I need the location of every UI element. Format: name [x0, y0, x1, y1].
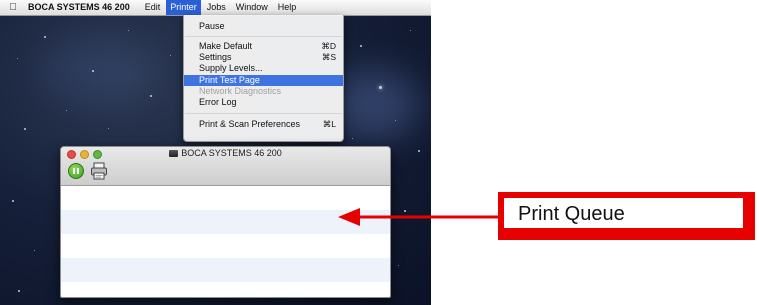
apple-icon[interactable]: 	[6, 0, 20, 15]
window-title: BOCA SYSTEMS 46 200	[61, 148, 390, 158]
star	[18, 290, 20, 292]
star	[24, 128, 26, 130]
star	[170, 55, 171, 56]
star	[44, 36, 46, 38]
menu-help[interactable]: Help	[274, 0, 301, 15]
menu-item-error-log[interactable]: Error Log	[184, 97, 343, 108]
queue-row	[61, 234, 390, 258]
star	[398, 265, 399, 266]
star	[352, 138, 353, 139]
star	[379, 86, 382, 89]
menu-item-label: Network Diagnostics	[199, 86, 282, 96]
annotation-callout-box: Print Queue	[498, 192, 755, 240]
menu-item-network-diagnostics: Network Diagnostics	[184, 86, 343, 97]
shortcut-label: ⌘S	[321, 52, 336, 62]
star	[150, 95, 152, 97]
menu-item-label: Error Log	[199, 97, 237, 107]
menu-window[interactable]: Window	[232, 0, 272, 15]
menu-item-print-scan-preferences[interactable]: Print & Scan Preferences ⌘L	[184, 119, 343, 130]
annotation-arrow	[338, 208, 498, 226]
annotation-label: Print Queue	[518, 203, 625, 225]
shortcut-label: ⌘L	[322, 119, 336, 129]
star	[66, 110, 67, 111]
menu-item-label: Print & Scan Preferences	[199, 119, 301, 129]
menu-item-make-default[interactable]: Make Default ⌘D	[184, 41, 343, 52]
menu-printer[interactable]: Printer	[166, 0, 201, 15]
menu-bar:  BOCA SYSTEMS 46 200 Edit Printer Jobs …	[0, 0, 431, 16]
printer-settings-icon[interactable]	[90, 162, 108, 180]
menu-separator	[185, 113, 342, 114]
window-title-text: BOCA SYSTEMS 46 200	[181, 148, 282, 158]
star	[410, 30, 411, 31]
printer-menu-dropdown: Pause Make Default ⌘D Settings ⌘S Supply…	[183, 15, 344, 142]
menu-item-label: Settings	[199, 52, 232, 62]
star	[395, 120, 396, 121]
nebula-glow	[40, 40, 150, 100]
star	[92, 70, 94, 72]
desktop-background:  BOCA SYSTEMS 46 200 Edit Printer Jobs …	[0, 0, 431, 305]
menu-edit[interactable]: Edit	[141, 0, 165, 15]
star	[12, 200, 14, 202]
shortcut-label: ⌘D	[321, 41, 336, 51]
menu-item-label: Print Test Page	[199, 75, 260, 85]
queue-row	[61, 258, 390, 282]
app-menu[interactable]: BOCA SYSTEMS 46 200	[28, 0, 130, 15]
printer-icon	[169, 150, 179, 157]
pause-icon[interactable]	[68, 163, 84, 179]
menu-item-supply-levels[interactable]: Supply Levels...	[184, 63, 343, 74]
menu-item-label: Supply Levels...	[199, 63, 263, 73]
menu-item-settings[interactable]: Settings ⌘S	[184, 52, 343, 63]
window-titlebar[interactable]: BOCA SYSTEMS 46 200	[61, 147, 390, 186]
star	[108, 128, 109, 129]
menu-jobs[interactable]: Jobs	[203, 0, 230, 15]
star	[128, 30, 129, 31]
star	[17, 58, 18, 59]
menu-separator	[185, 36, 342, 37]
menu-item-label: Make Default	[199, 41, 253, 51]
menu-item-print-test-page[interactable]: Print Test Page	[184, 75, 343, 86]
star	[360, 45, 362, 47]
menu-item-label: Pause	[199, 21, 225, 31]
star	[418, 150, 420, 152]
star	[34, 250, 35, 251]
menu-item-pause[interactable]: Pause	[184, 21, 343, 32]
